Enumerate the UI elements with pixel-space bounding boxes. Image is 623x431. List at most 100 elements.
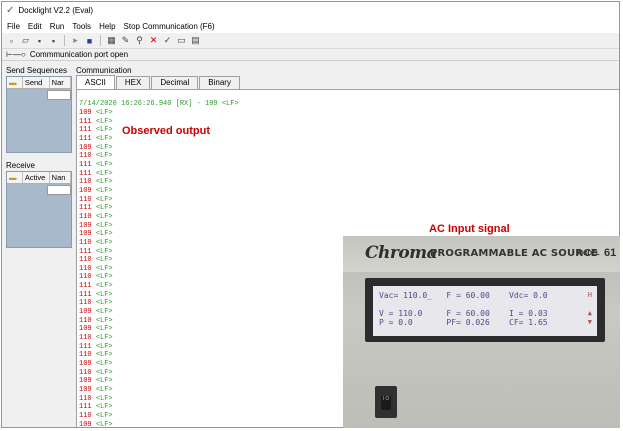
- port-status: ⊢—○ Commmunication port open: [2, 49, 619, 61]
- column-send[interactable]: Send: [23, 77, 50, 88]
- output-line: 109 <LF>: [79, 308, 113, 317]
- menu-help[interactable]: Help: [99, 22, 115, 31]
- received-value: 110: [79, 256, 92, 265]
- docklight-app-icon: ✓: [6, 5, 15, 16]
- column-active[interactable]: Active: [23, 172, 50, 183]
- output-line: 110 <LF>: [79, 178, 113, 187]
- settings-icon[interactable]: ▦: [106, 35, 117, 46]
- snapshot-icon[interactable]: ✓: [162, 35, 173, 46]
- line-feed-marker: <LF>: [95, 143, 113, 152]
- model-number: 61: [604, 247, 617, 259]
- line-feed-marker: <LF>: [95, 325, 113, 334]
- output-line: 111 <LF>: [79, 282, 113, 291]
- line-feed-marker: <LF>: [95, 238, 113, 247]
- line-feed-marker: <LF>: [95, 230, 113, 239]
- send-column-icon: ▬: [7, 77, 23, 88]
- line-feed-marker: <LF>: [95, 221, 113, 230]
- lcd-row-1: Vac= 110.0_ F = 60.00 Vdc= 0.0: [379, 291, 548, 300]
- power-switch-rocker: I O: [381, 396, 391, 410]
- received-value: 109: [79, 325, 92, 334]
- window-title: Docklight V2.2 (Eval): [18, 6, 94, 15]
- menu-tools[interactable]: Tools: [72, 22, 91, 31]
- toolbar-separator: [64, 35, 65, 46]
- open-folder-icon[interactable]: ▱: [20, 35, 31, 46]
- received-value: 110: [79, 264, 92, 273]
- port-status-text: Commmunication port open: [29, 50, 129, 59]
- tab-ascii[interactable]: ASCII: [76, 75, 115, 89]
- received-value: 109: [79, 221, 92, 230]
- tab-hex[interactable]: HEX: [115, 76, 151, 89]
- wrench-icon[interactable]: ✎: [120, 35, 131, 46]
- tab-decimal[interactable]: Decimal: [151, 76, 199, 89]
- menu-edit[interactable]: Edit: [28, 22, 42, 31]
- output-line: 110 <LF>: [79, 265, 113, 274]
- column-name[interactable]: Nan: [50, 172, 71, 183]
- line-feed-marker: <LF>: [95, 386, 113, 394]
- received-value: 110: [79, 351, 92, 360]
- power-switch: I O: [375, 386, 397, 418]
- save-as-icon[interactable]: ▪: [48, 35, 59, 46]
- send-sequences-table[interactable]: ▬ Send Nar: [6, 76, 72, 153]
- received-value: 111: [79, 169, 92, 178]
- received-value: 109: [79, 143, 92, 152]
- stop-communication-menu[interactable]: Stop Communication (F6): [124, 22, 215, 31]
- output-line: 110 <LF>: [79, 239, 113, 248]
- output-line: 110 <LF>: [79, 369, 113, 378]
- menu-file[interactable]: File: [7, 22, 20, 31]
- received-value: 111: [79, 117, 92, 126]
- line-feed-marker: <LF>: [95, 117, 113, 126]
- new-file-icon[interactable]: ▫: [6, 35, 17, 46]
- tab-binary[interactable]: Binary: [199, 76, 240, 89]
- output-line: 110 <LF>: [79, 351, 113, 360]
- output-line: 110 <LF>: [79, 317, 113, 326]
- received-value: 110: [79, 299, 92, 308]
- output-line: 110 <LF>: [79, 152, 113, 161]
- menu-run[interactable]: Run: [50, 22, 65, 31]
- stop-icon[interactable]: ■: [84, 35, 95, 46]
- line-feed-marker: <LF>: [95, 169, 113, 178]
- output-line: 111 <LF>: [79, 204, 113, 213]
- printer-icon[interactable]: ▤: [190, 35, 201, 46]
- output-line: 111 <LF>: [79, 403, 113, 412]
- received-value: 111: [79, 160, 92, 169]
- line-feed-marker: <LF>: [95, 134, 113, 143]
- line-feed-marker: <LF>: [95, 299, 113, 308]
- receive-sequences-heading: Receive Sequences: [6, 161, 46, 180]
- received-value: 109: [79, 386, 92, 394]
- output-line: 111 <LF>: [79, 161, 113, 170]
- received-value: 111: [79, 247, 92, 256]
- receive-sequence-cell[interactable]: [47, 185, 71, 195]
- play-icon[interactable]: ▸: [70, 35, 81, 46]
- send-sequence-cell[interactable]: [47, 90, 71, 100]
- line-feed-marker: <LF>: [95, 256, 113, 265]
- find-icon[interactable]: ⚲: [134, 35, 145, 46]
- lcd-display: Vac= 110.0_ F = 60.00 Vdc= 0.0 V = 110.0…: [373, 286, 597, 336]
- received-value: 109: [79, 420, 92, 428]
- line-feed-marker: <LF>: [95, 247, 113, 256]
- clear-icon[interactable]: ✕: [148, 35, 159, 46]
- ac-source-photo: Chroma PROGRAMMABLE AC SOURCE MODEL 61 V…: [343, 236, 620, 428]
- lcd-row-3: P = 0.0 PF= 0.026 CF= 1.65: [379, 318, 548, 327]
- keyboard-icon[interactable]: ▭: [176, 35, 187, 46]
- lcd-bezel: Vac= 110.0_ F = 60.00 Vdc= 0.0 V = 110.0…: [365, 278, 605, 342]
- send-sequences-heading: Send Sequences: [6, 66, 67, 75]
- ac-input-annotation: AC Input signal: [429, 223, 510, 235]
- received-value: 110: [79, 316, 92, 325]
- output-line: 111 <LF>: [79, 343, 113, 352]
- receive-sequences-table[interactable]: ▬ Active Nan: [6, 171, 72, 248]
- communication-tabs: ASCII HEX Decimal Binary: [76, 75, 619, 90]
- line-feed-marker: <LF>: [95, 290, 113, 299]
- lcd-h-indicator: H: [587, 291, 592, 299]
- line-feed-marker: <LF>: [95, 394, 113, 403]
- output-line: 110 <LF>: [79, 412, 113, 421]
- product-name: PROGRAMMABLE AC SOURCE: [430, 248, 598, 259]
- lcd-row-2: V = 110.0 F = 60.00 I = 0.03: [379, 309, 548, 318]
- received-value: 111: [79, 403, 92, 412]
- output-line: 110 <LF>: [79, 213, 113, 222]
- output-line: 111 <LF>: [79, 135, 113, 144]
- received-value: 110: [79, 178, 92, 187]
- received-value: 109: [79, 308, 92, 317]
- received-value: 109: [79, 360, 92, 369]
- column-name[interactable]: Nar: [50, 77, 71, 88]
- save-icon[interactable]: ▪: [34, 35, 45, 46]
